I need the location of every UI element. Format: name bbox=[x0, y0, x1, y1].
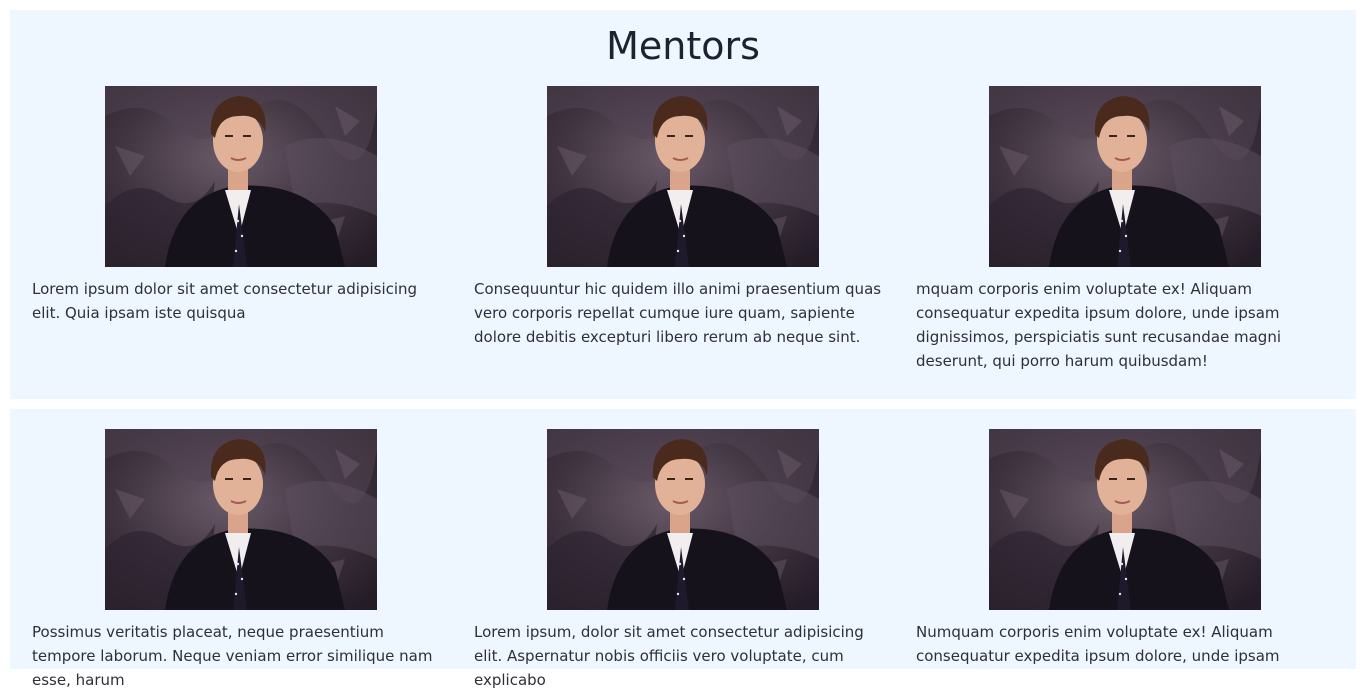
mentor-description: Consequuntur hic quidem illo animi praes… bbox=[474, 280, 882, 346]
section-title: Mentors bbox=[606, 24, 760, 68]
mentors-section: Mentors Lorem ipsum dolor sit amet conse… bbox=[10, 10, 1356, 399]
mentor-photo bbox=[547, 86, 819, 267]
mentor-description: Lorem ipsum, dolor sit amet consectetur … bbox=[474, 623, 864, 689]
mentor-description: mquam corporis enim voluptate ex! Aliqua… bbox=[916, 280, 1282, 370]
mentor-photo bbox=[105, 86, 377, 267]
mentor-description: Possimus veritatis placeat, neque praese… bbox=[32, 623, 433, 689]
mentor-photo bbox=[105, 429, 377, 610]
mentors-section-continued: Possimus veritatis placeat, neque praese… bbox=[10, 409, 1356, 689]
mentor-description: Numquam corporis enim voluptate ex! Aliq… bbox=[916, 623, 1280, 665]
mentor-description: Lorem ipsum dolor sit amet consectetur a… bbox=[32, 280, 418, 322]
mentor-photo bbox=[547, 429, 819, 610]
mentor-photo bbox=[989, 429, 1261, 610]
mentor-photo bbox=[989, 86, 1261, 267]
